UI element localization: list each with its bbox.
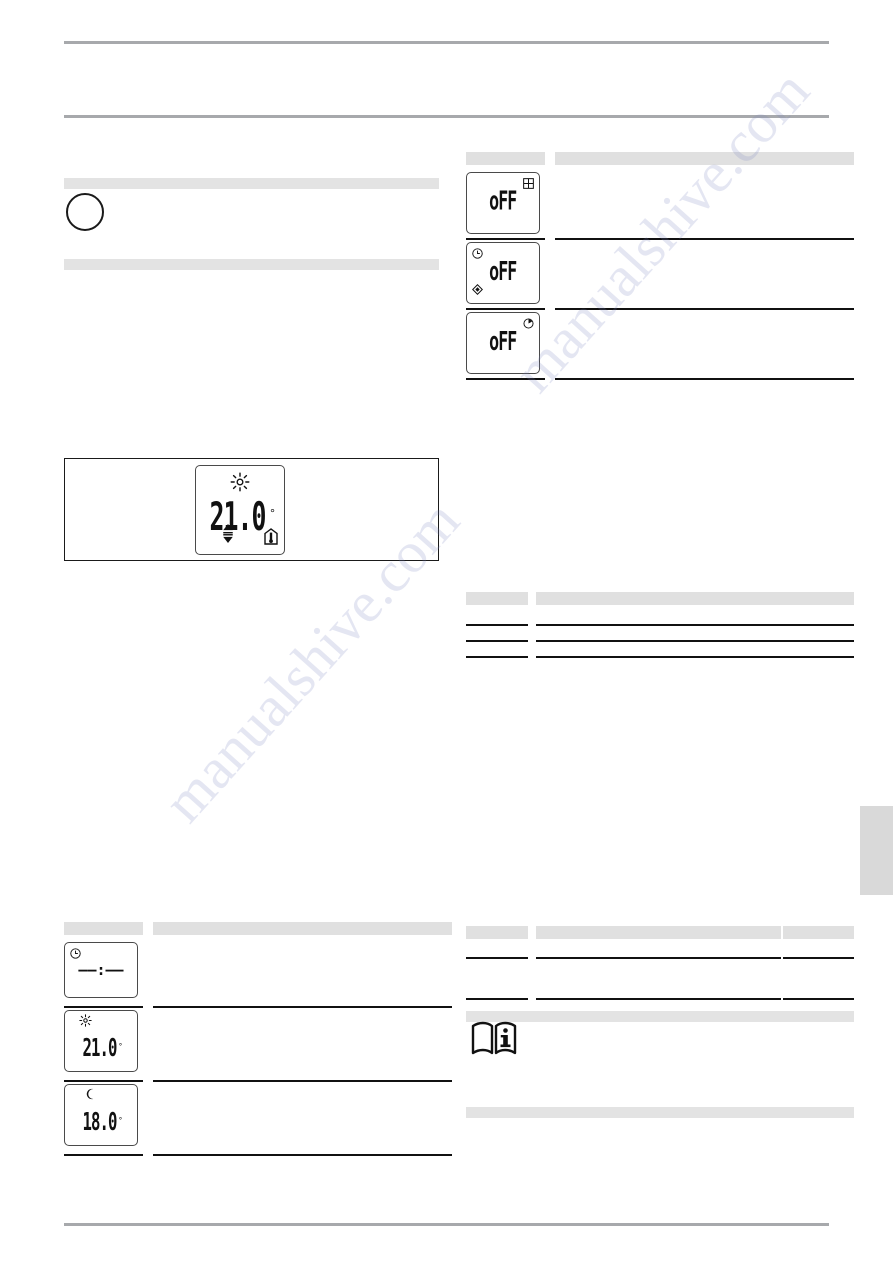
degree-symbol: ° (118, 1042, 123, 1051)
table-header-cell-3 (783, 926, 854, 939)
right-top-table: oFF oFF oFF (466, 152, 854, 382)
note-band-top (64, 178, 439, 189)
window-icon (523, 177, 534, 193)
lcd-display-main: 21.0 ° (195, 465, 285, 555)
temperature-value: 21.0 (82, 1034, 117, 1064)
footer-rule (64, 1223, 829, 1226)
row-separator (536, 656, 854, 658)
figure-panel: 21.0 ° (64, 458, 439, 561)
table-header-cell-1 (466, 926, 528, 939)
off-value: oFF (489, 186, 517, 217)
sun-icon (196, 472, 284, 496)
row-separator (536, 957, 781, 959)
right-bottom-table (466, 926, 854, 1006)
off-value: oFF (489, 326, 517, 357)
sun-icon (79, 1014, 92, 1031)
row-separator (783, 998, 854, 1000)
lcd-display-program-off: oFF (466, 242, 540, 304)
lcd-off-text: oFF (467, 259, 539, 285)
lcd-display-clock: ––:–– (64, 942, 138, 998)
lcd-display-day-temp: 21.0 ° (64, 1010, 138, 1072)
header-rule-top (64, 41, 829, 44)
right-middle-table (466, 592, 854, 658)
row-separator (466, 640, 528, 642)
read-manual-book-icon (470, 1019, 518, 1059)
table-header-cell-description (555, 152, 854, 165)
row-separator (536, 624, 854, 626)
degree-symbol: ° (270, 506, 275, 520)
row-separator (153, 1154, 452, 1156)
row-separator (783, 957, 854, 959)
row-separator (153, 1080, 452, 1082)
clock-icon (472, 247, 483, 263)
row-separator (466, 957, 528, 959)
lcd-display-night-temp: 18.0 ° (64, 1084, 138, 1146)
row-separator (153, 1006, 452, 1008)
row-separator (466, 624, 528, 626)
circle-icon (66, 193, 104, 231)
notice-band-bottom (466, 1107, 854, 1118)
degree-symbol: ° (118, 1116, 123, 1125)
lcd-off-text: oFF (467, 329, 539, 355)
row-separator (536, 998, 781, 1000)
row-separator (555, 238, 854, 240)
table-header-cell-display (466, 152, 545, 165)
row-separator (64, 1006, 143, 1008)
table-header-cell-1 (466, 592, 528, 605)
room-temperature-icon (264, 528, 278, 549)
row-separator (466, 308, 545, 310)
temperature-readout: 18.0 ° (65, 1110, 137, 1135)
up-down-arrows-icon (222, 524, 234, 547)
lcd-off-text: oFF (467, 189, 539, 215)
row-separator (64, 1080, 143, 1082)
page-edge-tab (860, 806, 893, 895)
lcd-display-timer-off: oFF (466, 312, 540, 374)
left-bottom-table: ––:–– 21.0 ° 18.0 ° (64, 922, 452, 1156)
temperature-readout: 21.0 ° (196, 498, 284, 537)
note-band-bottom (64, 259, 439, 270)
row-separator (64, 1154, 143, 1156)
row-separator (555, 378, 854, 380)
manual-page: 21.0 ° ––:–– 21.0 ° 18.0 ° oFF oFF oFF m… (0, 0, 893, 1263)
off-value: oFF (489, 256, 517, 287)
notice-band-top (466, 1011, 854, 1022)
diamond-icon (472, 283, 483, 299)
temperature-value: 18.0 (82, 1108, 117, 1138)
row-separator (466, 998, 528, 1000)
row-separator (466, 238, 545, 240)
table-header-cell-2 (536, 926, 781, 939)
table-header-cell-description (153, 922, 452, 935)
table-header-cell-display (64, 922, 143, 935)
table-header-cell-2 (536, 592, 854, 605)
timer-icon (523, 317, 534, 333)
row-separator (466, 378, 545, 380)
time-placeholder-value: ––:–– (78, 961, 124, 979)
header-rule-bottom (64, 115, 829, 118)
lcd-display-window-off: oFF (466, 172, 540, 234)
row-separator (536, 640, 854, 642)
moon-icon (85, 1088, 97, 1104)
row-separator (555, 308, 854, 310)
temperature-value: 21.0 (209, 495, 267, 540)
temperature-readout: 21.0 ° (65, 1036, 137, 1061)
row-separator (466, 656, 528, 658)
